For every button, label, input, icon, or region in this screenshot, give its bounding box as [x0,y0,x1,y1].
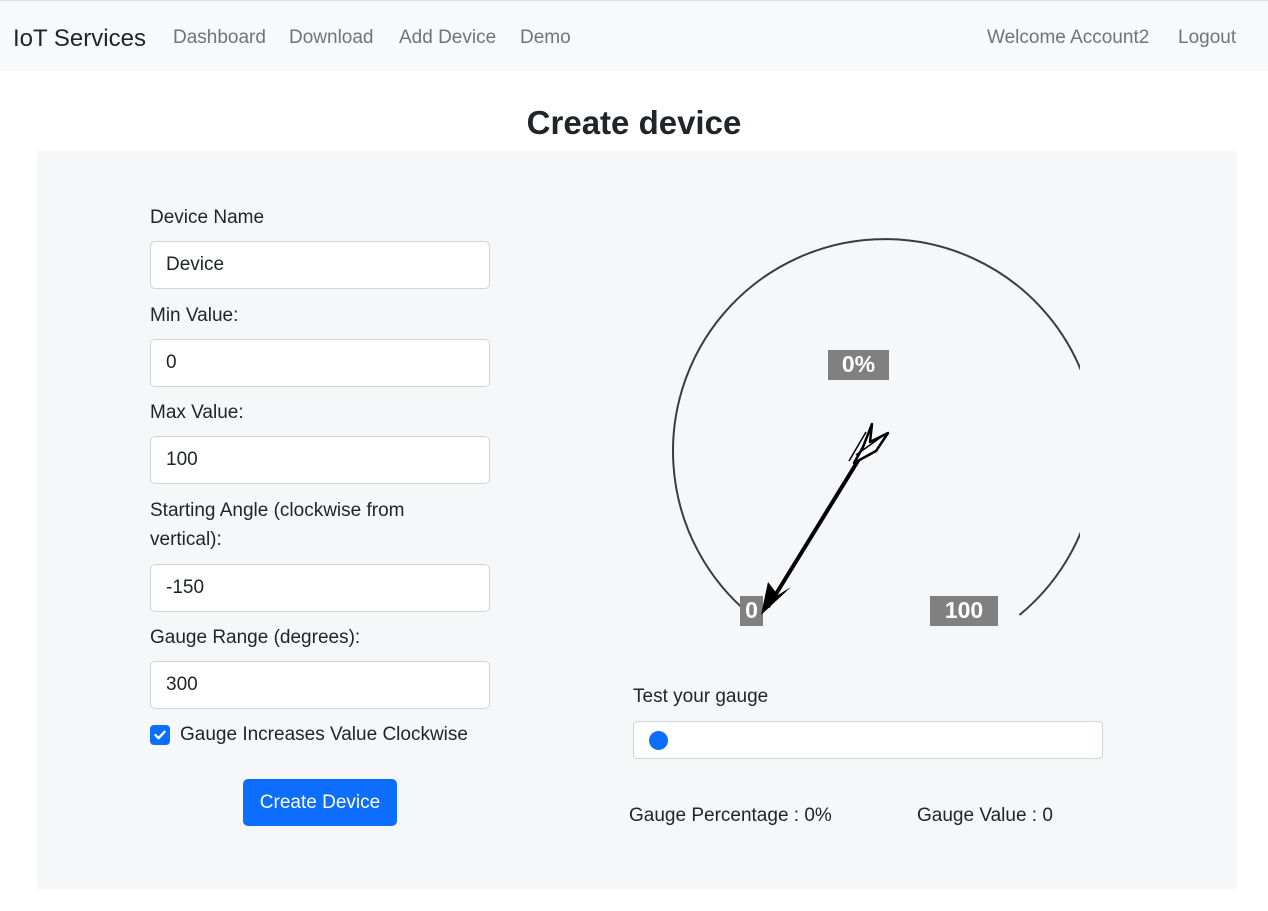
nav-link-add-device[interactable]: Add Device [399,26,496,50]
brand-link[interactable]: IoT Services [13,24,146,54]
page-title: Create device [526,104,742,141]
gauge-percentage-readout: Gauge Percentage : 0% [629,805,832,826]
min-value-input[interactable] [150,339,490,387]
nav-link-dashboard[interactable]: Dashboard [173,26,266,50]
gauge-min-label: 0 [745,597,758,623]
clockwise-checkbox[interactable] [150,725,170,745]
gauge-test-slider[interactable] [633,721,1103,759]
gauge-value-readout: Gauge Value : 0 [917,805,1053,826]
nav-link-download[interactable]: Download [289,26,374,50]
gauge-arc [672,238,1080,616]
gauge-display: 0% 0 100 [672,238,1080,626]
gauge-range-input[interactable] [150,661,490,709]
test-gauge-label: Test your gauge [633,686,769,707]
gauge-range-label: Gauge Range (degrees): [150,627,361,648]
checkmark-icon [154,730,166,740]
min-value-label: Min Value: [150,305,239,326]
create-device-button[interactable]: Create Device [243,779,397,826]
device-name-label: Device Name [150,207,265,228]
create-device-panel: Device Name Min Value: Max Value: Starti… [37,151,1237,889]
clockwise-label[interactable]: Gauge Increases Value Clockwise [180,723,468,747]
max-value-label: Max Value: [150,402,244,423]
gauge-percent-label: 0% [842,351,875,377]
nav-link-demo[interactable]: Demo [520,26,571,50]
clockwise-option: Gauge Increases Value Clockwise [150,723,468,747]
welcome-account-link[interactable]: Welcome Account2 [987,26,1149,50]
slider-thumb[interactable] [649,731,668,750]
starting-angle-input[interactable] [150,564,490,612]
gauge-max-label: 100 [945,597,983,623]
arrow-needle-icon [761,422,890,615]
starting-angle-label: Starting Angle (clockwise from vertical)… [150,500,405,550]
device-name-input[interactable] [150,241,490,289]
logout-link[interactable]: Logout [1178,26,1236,50]
navbar: IoT Services Dashboard Download Add Devi… [0,0,1268,71]
max-value-input[interactable] [150,436,490,484]
